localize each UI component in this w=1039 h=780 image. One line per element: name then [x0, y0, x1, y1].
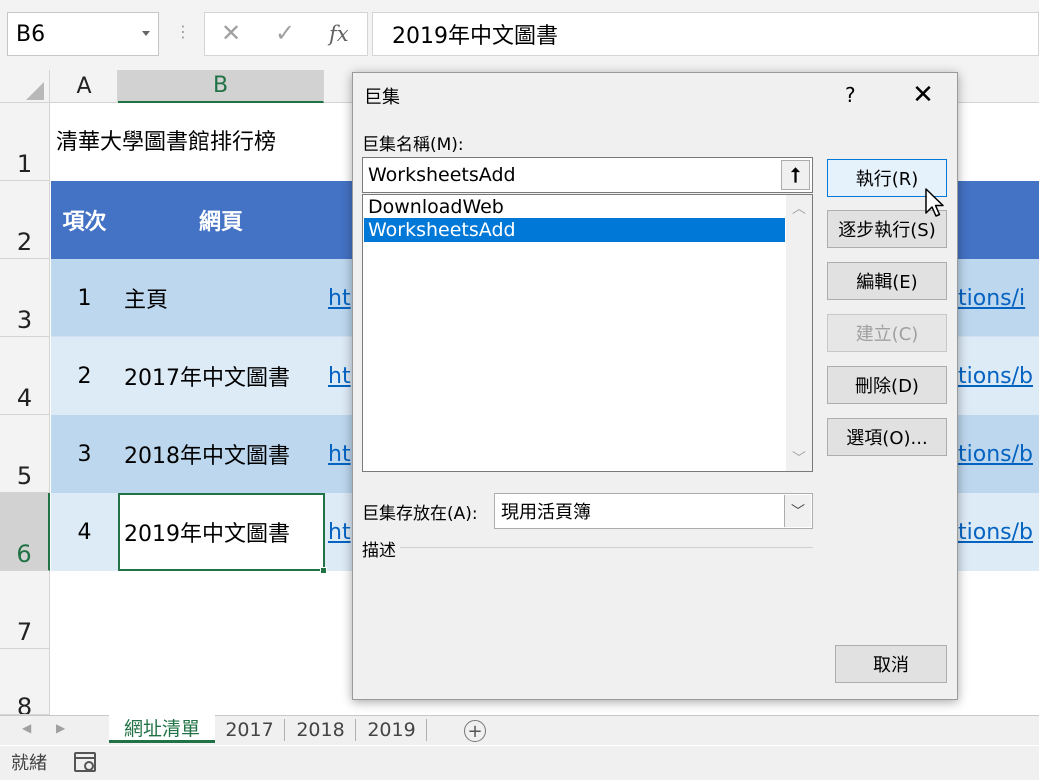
- fill-handle[interactable]: [320, 567, 327, 574]
- cell-b1-title[interactable]: 清華大學圖書館排行榜: [56, 118, 276, 162]
- hyperlink-cell[interactable]: ht: [328, 337, 351, 415]
- mouse-cursor-icon: [925, 188, 944, 217]
- hyperlink-cell[interactable]: ht: [328, 259, 351, 337]
- list-item-selected[interactable]: WorksheetsAdd: [364, 218, 785, 242]
- drag-handle-icon[interactable]: ⋮: [175, 22, 191, 46]
- header-webpage[interactable]: 網頁: [118, 181, 324, 259]
- row-header-5[interactable]: 5: [0, 415, 50, 493]
- list-scrollbar[interactable]: [786, 195, 812, 471]
- create-button: 建立(C): [827, 314, 947, 352]
- row-item-name[interactable]: 2018年中文圖書: [124, 415, 290, 493]
- hyperlink-cell-overflow[interactable]: tions/b: [958, 493, 1033, 571]
- hyperlink-cell-overflow[interactable]: tions/b: [958, 415, 1033, 493]
- macros-in-label: 巨集存放在(A):: [362, 503, 478, 524]
- sheet-tab-url-list[interactable]: 網址清單: [109, 715, 215, 743]
- status-bar: [0, 746, 1039, 780]
- row-header-3[interactable]: 3: [0, 259, 50, 337]
- row-header-4[interactable]: 4: [0, 337, 50, 415]
- formula-actions: ✕ ✓ fx: [204, 12, 368, 56]
- scroll-down-icon[interactable]: ﹀: [786, 448, 812, 468]
- row-header-2[interactable]: 2: [0, 181, 50, 259]
- hyperlink-cell-overflow[interactable]: tions/b: [958, 337, 1033, 415]
- status-ready: 就緒: [11, 753, 47, 774]
- sheet-tab-2019[interactable]: 2019: [357, 719, 427, 741]
- list-item[interactable]: DownloadWeb: [364, 195, 785, 219]
- macro-name-label: 巨集名稱(M):: [362, 135, 464, 155]
- chevron-down-icon[interactable]: [142, 31, 150, 36]
- row-item-no[interactable]: 2: [51, 337, 118, 415]
- active-cell-b6[interactable]: 2019年中文圖書: [118, 493, 325, 571]
- hyperlink-cell[interactable]: ht: [328, 493, 351, 571]
- select-all-triangle-icon: [26, 82, 44, 100]
- dialog-title: 巨集: [364, 87, 400, 108]
- name-box[interactable]: B6: [7, 12, 159, 56]
- row-header-7[interactable]: 7: [0, 571, 50, 649]
- cancel-button[interactable]: 取消: [835, 645, 947, 683]
- column-header-b[interactable]: B: [118, 70, 324, 103]
- close-icon[interactable]: ✕: [904, 76, 942, 114]
- add-sheet-icon[interactable]: +: [464, 720, 486, 742]
- row-item-no[interactable]: 4: [51, 493, 118, 571]
- description-divider: [400, 547, 813, 548]
- macro-name-input[interactable]: WorksheetsAdd: [362, 157, 813, 193]
- macros-in-select[interactable]: 現用活頁簿: [494, 493, 813, 529]
- row-header-6[interactable]: 6: [0, 493, 50, 571]
- tab-scroll-left-icon[interactable]: ◀: [22, 721, 31, 735]
- column-header-a[interactable]: A: [51, 70, 118, 103]
- hyperlink-cell-overflow[interactable]: tions/i: [958, 259, 1025, 337]
- row-header-8[interactable]: 8: [0, 649, 50, 715]
- name-box-value: B6: [16, 21, 46, 47]
- row-header-1[interactable]: 1: [0, 103, 50, 181]
- sheet-tab-2018[interactable]: 2018: [286, 719, 356, 741]
- hyperlink-cell[interactable]: ht: [328, 415, 351, 493]
- macro-record-icon[interactable]: [74, 752, 96, 772]
- help-button[interactable]: ?: [845, 83, 856, 107]
- row-item-no[interactable]: 3: [51, 415, 118, 493]
- edit-button[interactable]: 編輯(E): [827, 262, 947, 300]
- sheet-tab-2017[interactable]: 2017: [215, 719, 285, 741]
- collapse-dialog-icon[interactable]: ⭡: [781, 160, 810, 190]
- tab-scroll-right-icon[interactable]: ▶: [56, 721, 65, 735]
- chevron-down-icon[interactable]: ﹀: [784, 495, 811, 527]
- description-label: 描述: [362, 541, 396, 561]
- options-button[interactable]: 選項(O)...: [827, 418, 947, 456]
- cancel-icon[interactable]: ✕: [221, 19, 241, 47]
- delete-button[interactable]: 刪除(D): [827, 366, 947, 404]
- insert-function-icon[interactable]: fx: [329, 22, 349, 46]
- row-item-name[interactable]: 2017年中文圖書: [124, 337, 290, 415]
- header-item-no[interactable]: 項次: [51, 181, 118, 259]
- formula-input[interactable]: 2019年中文圖書: [372, 12, 1039, 56]
- scroll-up-icon[interactable]: ︿: [786, 198, 812, 218]
- row-item-no[interactable]: 1: [51, 259, 118, 337]
- enter-icon[interactable]: ✓: [275, 19, 295, 47]
- row-item-name[interactable]: 主頁: [124, 259, 168, 337]
